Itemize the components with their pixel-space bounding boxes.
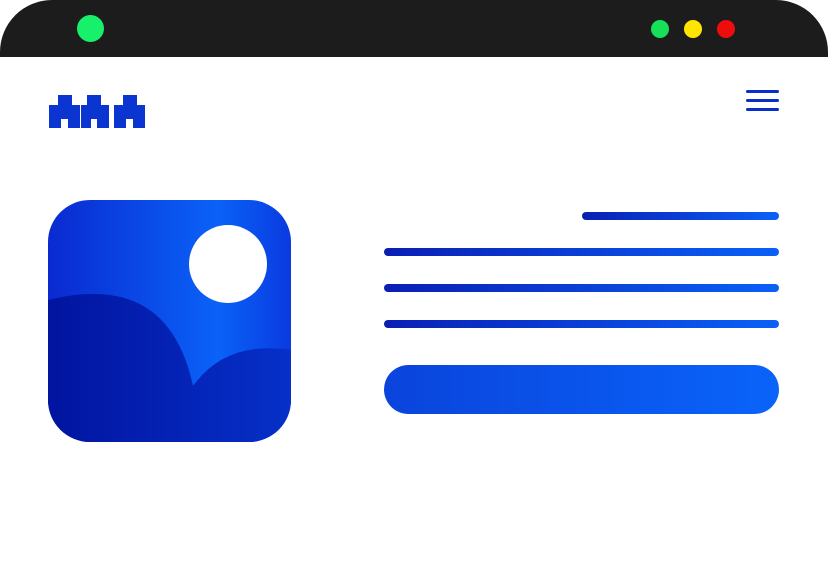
hamburger-menu-icon[interactable] [746, 90, 779, 111]
cta-button[interactable] [384, 365, 779, 414]
image-placeholder-icon [48, 200, 291, 442]
text-line [384, 248, 779, 256]
minimize-button[interactable] [684, 20, 702, 38]
text-line [384, 284, 779, 292]
text-line-short [582, 212, 779, 220]
maximize-button[interactable] [651, 20, 669, 38]
text-line [384, 320, 779, 328]
sun-shape [189, 225, 267, 303]
app-status-dot [77, 15, 104, 42]
window-titlebar [0, 0, 828, 57]
close-button[interactable] [717, 20, 735, 38]
twin-block-logo-icon[interactable] [49, 95, 145, 128]
